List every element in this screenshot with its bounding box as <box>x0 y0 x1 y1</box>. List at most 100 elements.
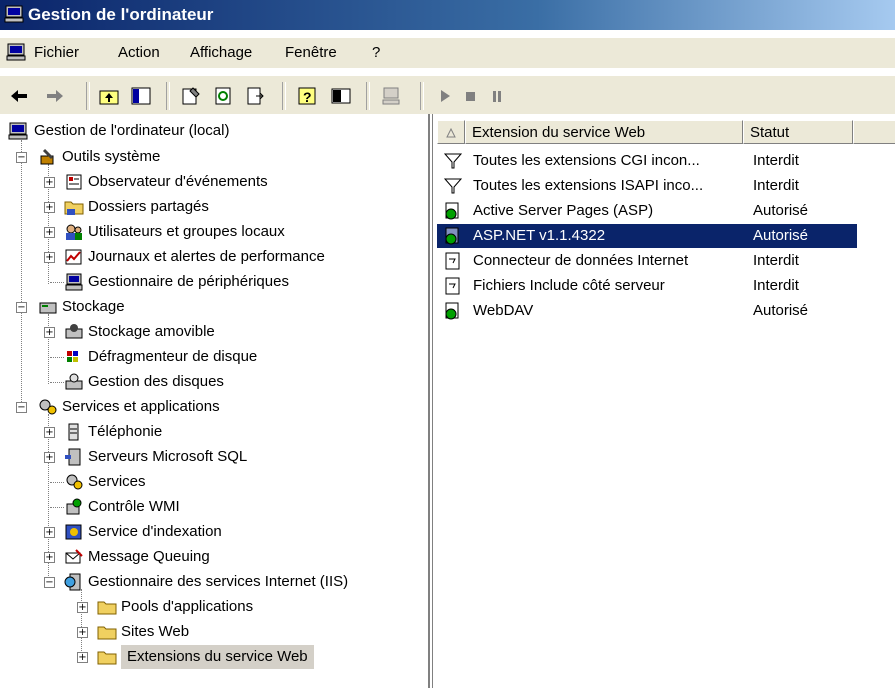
stop-icon[interactable] <box>460 85 482 107</box>
expand-icon[interactable]: + <box>44 252 55 263</box>
title-bar: Gestion de l'ordinateur <box>0 0 895 30</box>
column-header-extension[interactable]: Extension du service Web <box>465 120 743 144</box>
list-item[interactable]: Active Server Pages (ASP) Autorisé <box>437 199 857 223</box>
expand-icon[interactable]: + <box>44 427 55 438</box>
disk-management-icon <box>65 373 83 390</box>
list-item-selected[interactable]: ASP.NET v1.1.4322 Autorisé <box>437 224 857 248</box>
telephony-icon <box>68 423 79 441</box>
tree-line <box>50 357 64 358</box>
tree-label: Défragmenteur de disque <box>88 348 258 365</box>
tree-label: Gestionnaire de périphériques <box>88 273 289 290</box>
help-icon[interactable]: ? <box>296 85 318 107</box>
tree-line <box>48 314 49 384</box>
menu-help[interactable]: ? <box>372 38 380 68</box>
pause-icon[interactable] <box>486 85 508 107</box>
tree-label: Stockage amovible <box>88 323 215 340</box>
up-level-icon[interactable] <box>98 85 120 107</box>
extension-status: Interdit <box>753 252 799 269</box>
extension-name: Connecteur de données Internet <box>473 252 689 269</box>
menu-fenetre[interactable]: Fenêtre <box>285 38 337 68</box>
sort-column-header[interactable] <box>437 120 465 144</box>
collapse-icon[interactable]: − <box>44 577 55 588</box>
users-icon <box>66 224 82 240</box>
expand-icon[interactable]: + <box>44 552 55 563</box>
expand-icon[interactable]: + <box>77 652 88 663</box>
folder-icon <box>97 651 117 665</box>
collapse-icon[interactable]: − <box>16 402 27 413</box>
expand-icon[interactable]: + <box>44 452 55 463</box>
tree-line <box>81 589 82 659</box>
prohibited-extension-icon <box>445 277 460 295</box>
tree-label: Service d'indexation <box>88 523 222 540</box>
extension-name: Toutes les extensions CGI incon... <box>473 152 700 169</box>
extension-status: Interdit <box>753 152 799 169</box>
message-queuing-icon <box>65 549 83 564</box>
tree-label: Gestion de l'ordinateur (local) <box>34 122 230 139</box>
tree-line <box>50 282 64 283</box>
tree-label: Observateur d'événements <box>88 173 268 190</box>
forward-arrow-icon[interactable] <box>44 85 66 107</box>
collapse-icon[interactable]: − <box>16 152 27 163</box>
menu-fichier[interactable]: Fichier <box>34 38 79 68</box>
allowed-extension-icon <box>445 202 459 220</box>
extension-status: Autorisé <box>753 202 809 219</box>
tree-label: Sites Web <box>121 623 190 640</box>
list-item[interactable]: Fichiers Include côté serveur Interdit <box>437 274 857 298</box>
expand-icon[interactable]: + <box>77 627 88 638</box>
connect-computer-icon[interactable] <box>380 85 402 107</box>
column-header-empty <box>853 120 895 144</box>
filter-icon <box>443 153 463 169</box>
menu-bar: Fichier Action Affichage Fenêtre ? <box>0 38 895 68</box>
expand-icon[interactable]: + <box>44 227 55 238</box>
column-header-statut[interactable]: Statut <box>743 120 853 144</box>
menu-action[interactable]: Action <box>118 38 160 68</box>
wmi-icon <box>66 498 82 515</box>
back-arrow-icon[interactable] <box>8 85 30 107</box>
tree-label: Téléphonie <box>88 423 163 440</box>
removable-storage-icon <box>65 324 83 339</box>
list-item[interactable]: Toutes les extensions CGI incon... Inter… <box>437 149 857 173</box>
result-pane: Extension du service Web Statut Toutes l… <box>432 114 895 688</box>
list-item[interactable]: WebDAV Autorisé <box>437 299 857 323</box>
expand-icon[interactable]: + <box>44 327 55 338</box>
properties-icon[interactable] <box>180 85 202 107</box>
extension-status: Interdit <box>753 277 799 294</box>
prohibited-extension-icon <box>445 252 460 270</box>
computer-icon <box>4 5 24 23</box>
shared-folder-icon <box>64 201 84 215</box>
play-icon[interactable] <box>434 85 456 107</box>
expand-icon[interactable]: + <box>44 527 55 538</box>
list-item[interactable]: Toutes les extensions ISAPI inco... Inte… <box>437 174 857 198</box>
menu-affichage[interactable]: Affichage <box>190 38 252 68</box>
sql-server-icon <box>65 448 81 466</box>
tree-label: Dossiers partagés <box>88 198 209 215</box>
storage-icon <box>39 302 57 314</box>
tree-label: Gestionnaire des services Internet (IIS) <box>88 573 349 590</box>
extension-name: ASP.NET v1.1.4322 <box>473 224 606 248</box>
console-tree-icon[interactable] <box>330 85 352 107</box>
tree-label: Contrôle WMI <box>88 498 180 515</box>
export-list-icon[interactable] <box>244 85 266 107</box>
collapse-icon[interactable]: − <box>16 302 27 313</box>
event-viewer-icon <box>66 174 82 190</box>
toolbar: ? <box>0 76 895 114</box>
tree-label: Utilisateurs et groupes locaux <box>88 223 285 240</box>
extension-status: Autorisé <box>753 224 809 248</box>
allowed-extension-icon <box>445 227 459 245</box>
tree-label: Stockage <box>62 298 125 315</box>
refresh-icon[interactable] <box>212 85 234 107</box>
computer-icon[interactable] <box>6 43 26 61</box>
list-item[interactable]: Connecteur de données Internet Interdit <box>437 249 857 273</box>
expand-icon[interactable]: + <box>44 177 55 188</box>
expand-icon[interactable]: + <box>44 202 55 213</box>
tree-line <box>50 382 64 383</box>
performance-icon <box>65 249 82 265</box>
toolbar-separator <box>420 82 424 110</box>
expand-icon[interactable]: + <box>77 602 88 613</box>
tree-label: Services <box>88 473 146 490</box>
window-title: Gestion de l'ordinateur <box>28 5 214 24</box>
services-icon <box>66 474 83 490</box>
filter-icon <box>443 178 463 194</box>
extension-name: Active Server Pages (ASP) <box>473 202 654 219</box>
show-hide-tree-icon[interactable] <box>130 85 152 107</box>
